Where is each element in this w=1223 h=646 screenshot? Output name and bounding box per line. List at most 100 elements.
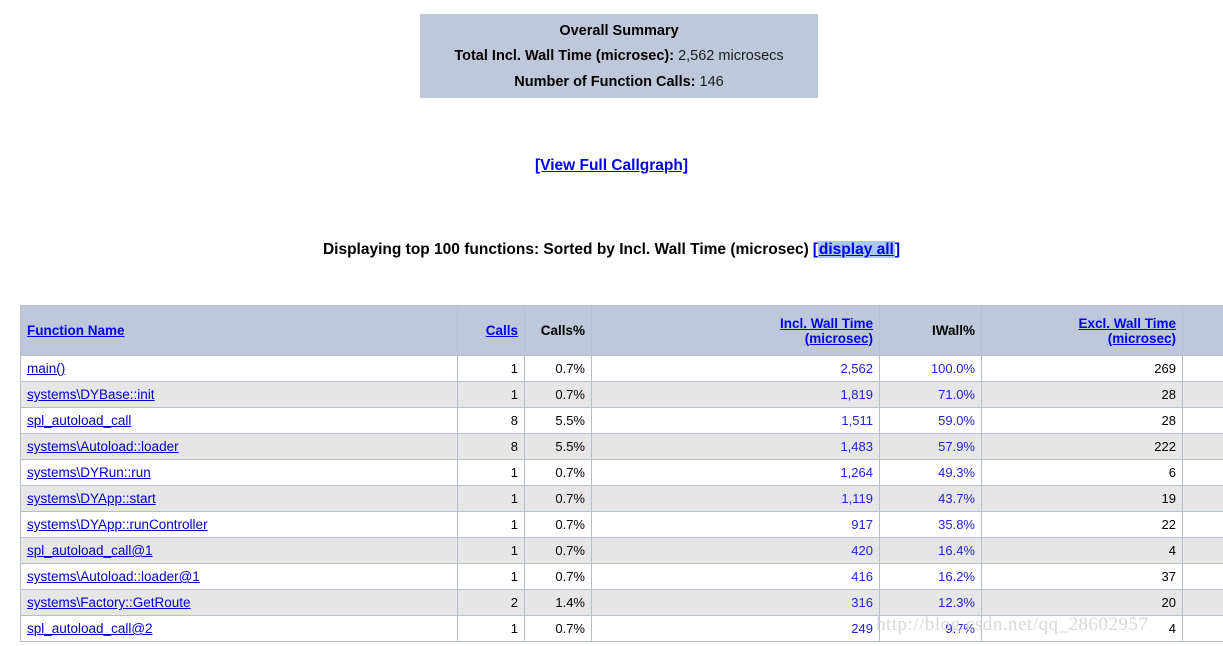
cell-function-name[interactable]: systems\Autoload::loader@1: [20, 563, 458, 590]
summary-total-value: 2,562 microsecs: [678, 48, 784, 64]
function-link[interactable]: systems\Factory::GetRoute: [27, 595, 191, 610]
function-link[interactable]: spl_autoload_call: [27, 413, 131, 428]
cell-excl-wall-time: 22: [981, 511, 1183, 538]
bracket-close: ]: [894, 241, 901, 258]
cell-function-name[interactable]: systems\DYApp::start: [20, 485, 458, 512]
cell-calls-pct: 5.5%: [524, 407, 592, 434]
cell-function-name[interactable]: spl_autoload_call@1: [20, 537, 458, 564]
summary-total-label: Total Incl. Wall Time (microsec):: [454, 48, 675, 64]
cell-calls: 1: [457, 511, 525, 538]
function-link[interactable]: systems\DYApp::runController: [27, 517, 208, 532]
cell-incl-wall-time: 1,819: [591, 381, 880, 408]
cell-function-name[interactable]: systems\DYRun::run: [20, 459, 458, 486]
cell-excl-wall-time: 28: [981, 381, 1183, 408]
cell-ewall-pct: 0.2%: [1182, 615, 1223, 642]
column-header-incl-wall-time[interactable]: Incl. Wall Time (microsec): [591, 305, 880, 356]
cell-function-name[interactable]: main(): [20, 355, 458, 382]
displaying-text: Displaying top 100 functions: Sorted by …: [322, 241, 809, 258]
column-header-ewall-pct: EWall%: [1182, 305, 1223, 356]
cell-ewall-pct: 1.4%: [1182, 563, 1223, 590]
label-calls-pct: Calls%: [540, 323, 585, 338]
cell-excl-wall-time: 19: [981, 485, 1183, 512]
cell-incl-wall-time: 420: [591, 537, 880, 564]
cell-calls: 8: [457, 407, 525, 434]
cell-calls: 1: [457, 381, 525, 408]
cell-excl-wall-time: 28: [981, 407, 1183, 434]
cell-calls-pct: 0.7%: [524, 381, 592, 408]
function-link[interactable]: spl_autoload_call@1: [27, 543, 153, 558]
cell-incl-wall-time: 1,119: [591, 485, 880, 512]
functions-table: Function Name Calls Calls% Incl. Wall Ti…: [20, 305, 1223, 642]
sort-link-function-name[interactable]: Function Name: [27, 323, 125, 338]
cell-iwall-pct: 35.8%: [879, 511, 982, 538]
table-row: spl_autoload_call@2 10.7%2499.7%40.2%: [20, 615, 1223, 642]
sort-link-excl-wall-time-line2[interactable]: (microsec): [1108, 331, 1176, 346]
cell-function-name[interactable]: systems\Autoload::loader: [20, 433, 458, 460]
label-iwall-pct: IWall%: [931, 323, 975, 338]
cell-iwall-pct: 43.7%: [879, 485, 982, 512]
cell-function-name[interactable]: spl_autoload_call@2: [20, 615, 458, 642]
table-header-row: Function Name Calls Calls% Incl. Wall Ti…: [20, 305, 1223, 356]
table-row: spl_autoload_call 85.5%1,51159.0%281.1%: [20, 407, 1223, 434]
table-row: systems\Factory::GetRoute 2 1.4% 316 12.3% 20…: [20, 589, 1223, 616]
cell-calls-pct: 1.4%: [524, 589, 592, 616]
function-link[interactable]: systems\DYApp::start: [27, 491, 156, 506]
cell-function-name[interactable]: systems\Factory::GetRoute: [20, 589, 458, 616]
overall-summary-box: Overall Summary Total Incl. Wall Time (m…: [420, 14, 818, 98]
cell-incl-wall-time: 1,264: [591, 459, 880, 486]
cell-excl-wall-time: 4: [981, 615, 1183, 642]
cell-incl-wall-time: 316: [591, 589, 880, 616]
sort-link-calls[interactable]: Calls: [486, 323, 518, 338]
view-full-callgraph-link[interactable]: [View Full Callgraph]: [535, 157, 688, 174]
cell-excl-wall-time: 20: [981, 589, 1183, 616]
cell-calls: 1: [457, 615, 525, 642]
cell-excl-wall-time: 6: [981, 459, 1183, 486]
cell-iwall-pct: 16.2%: [879, 563, 982, 590]
cell-calls-pct: 0.7%: [524, 355, 592, 382]
cell-calls-pct: 0.7%: [524, 563, 592, 590]
cell-incl-wall-time: 1,511: [591, 407, 880, 434]
cell-ewall-pct: 0.2%: [1182, 459, 1223, 486]
cell-iwall-pct: 71.0%: [879, 381, 982, 408]
cell-iwall-pct: 49.3%: [879, 459, 982, 486]
callgraph-link-container: [View Full Callgraph]: [0, 157, 1223, 175]
cell-function-name[interactable]: systems\DYBase::init: [20, 381, 458, 408]
sort-link-excl-wall-time-line1[interactable]: Excl. Wall Time: [1078, 316, 1176, 331]
summary-total-wall-time: Total Incl. Wall Time (microsec): 2,562 …: [420, 43, 818, 69]
cell-iwall-pct: 59.0%: [879, 407, 982, 434]
cell-calls-pct: 0.7%: [524, 615, 592, 642]
cell-incl-wall-time: 249: [591, 615, 880, 642]
column-header-calls-pct: Calls%: [524, 305, 592, 356]
function-link[interactable]: main(): [27, 361, 65, 376]
cell-iwall-pct: 9.7%: [879, 615, 982, 642]
cell-calls: 1: [457, 563, 525, 590]
cell-excl-wall-time: 4: [981, 537, 1183, 564]
column-header-function-name[interactable]: Function Name: [20, 305, 458, 356]
function-link[interactable]: systems\DYBase::init: [27, 387, 155, 402]
cell-calls-pct: 0.7%: [524, 485, 592, 512]
cell-iwall-pct: 57.9%: [879, 433, 982, 460]
cell-incl-wall-time: 1,483: [591, 433, 880, 460]
cell-iwall-pct: 16.4%: [879, 537, 982, 564]
sort-link-incl-wall-time-line2[interactable]: (microsec): [805, 331, 873, 346]
function-link[interactable]: systems\Autoload::loader: [27, 439, 179, 454]
table-row: spl_autoload_call@1 10.7%42016.4%40.2%: [20, 537, 1223, 564]
cell-function-name[interactable]: systems\DYApp::runController: [20, 511, 458, 538]
table-row: systems\Autoload::loader@1 1 0.7% 416 16.2% 3…: [20, 563, 1223, 590]
function-link[interactable]: systems\Autoload::loader@1: [27, 569, 200, 584]
function-link[interactable]: spl_autoload_call@2: [27, 621, 153, 636]
column-header-excl-wall-time[interactable]: Excl. Wall Time (microsec): [981, 305, 1183, 356]
table-row: systems\DYApp::runController 1 0.7% 917 35.8…: [20, 511, 1223, 538]
cell-function-name[interactable]: spl_autoload_call: [20, 407, 458, 434]
cell-iwall-pct: 12.3%: [879, 589, 982, 616]
cell-ewall-pct: 0.8%: [1182, 589, 1223, 616]
summary-calls-value: 146: [699, 74, 724, 90]
function-link[interactable]: systems\DYRun::run: [27, 465, 151, 480]
cell-calls-pct: 5.5%: [524, 433, 592, 460]
cell-calls: 8: [457, 433, 525, 460]
sort-link-incl-wall-time-line1[interactable]: Incl. Wall Time: [780, 316, 873, 331]
summary-calls-label: Number of Function Calls:: [514, 74, 696, 90]
column-header-calls[interactable]: Calls: [457, 305, 525, 356]
cell-excl-wall-time: 269: [981, 355, 1183, 382]
display-all-link[interactable]: [display all]: [813, 241, 900, 258]
